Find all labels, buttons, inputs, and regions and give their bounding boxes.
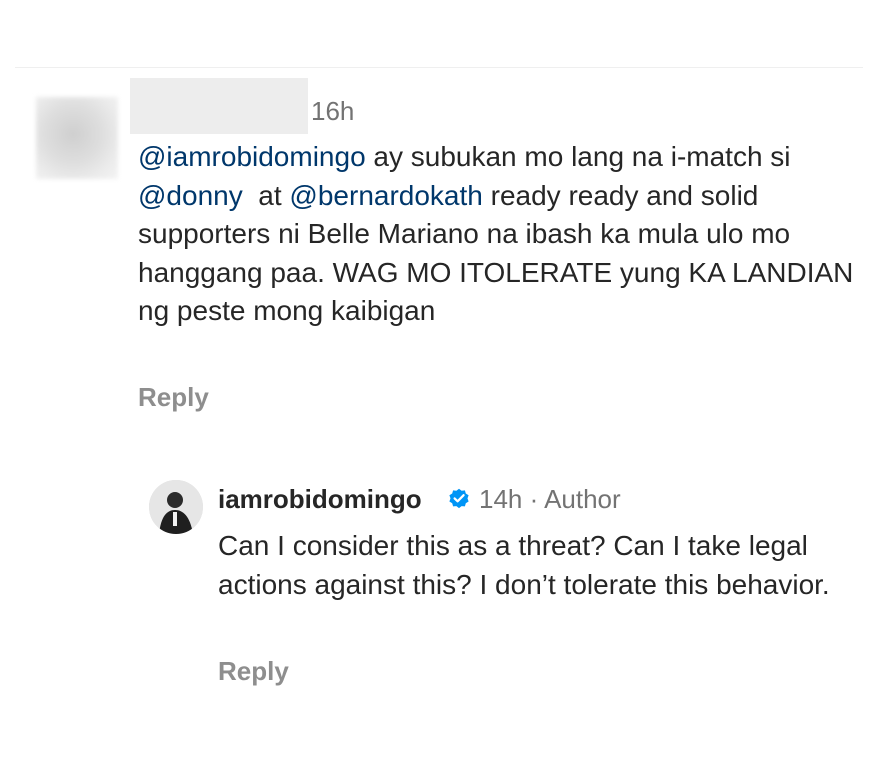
reply-timestamp: 14h — [479, 484, 523, 514]
reply-text: Can I consider this as a threat? Can I t… — [218, 530, 830, 600]
reply-meta: 14h · Author — [479, 484, 621, 515]
author-badge: Author — [544, 484, 621, 514]
comment-text: @iamrobidomingo ay subukan mo lang na i-… — [138, 138, 858, 331]
verified-badge-icon — [449, 488, 469, 509]
blurred-avatar[interactable] — [36, 97, 118, 179]
author-username[interactable]: iamrobidomingo — [218, 484, 422, 515]
person-photo-icon — [149, 480, 203, 534]
meta-separator: · — [522, 484, 545, 514]
comment-text-segment: at — [242, 179, 290, 211]
mention-link[interactable]: @donny — [138, 180, 243, 211]
mention-link[interactable]: @iamrobidomingo — [138, 141, 366, 172]
comment-text-segment: ay subukan mo lang na i-match si — [365, 141, 791, 172]
reply-button[interactable]: Reply — [218, 656, 289, 687]
mention-link[interactable]: @bernardokath — [289, 180, 482, 211]
avatar[interactable] — [149, 480, 203, 534]
top-divider — [15, 67, 863, 68]
redacted-username — [130, 78, 308, 134]
reply-button[interactable]: Reply — [138, 382, 209, 413]
comment-timestamp: 16h — [311, 96, 355, 126]
